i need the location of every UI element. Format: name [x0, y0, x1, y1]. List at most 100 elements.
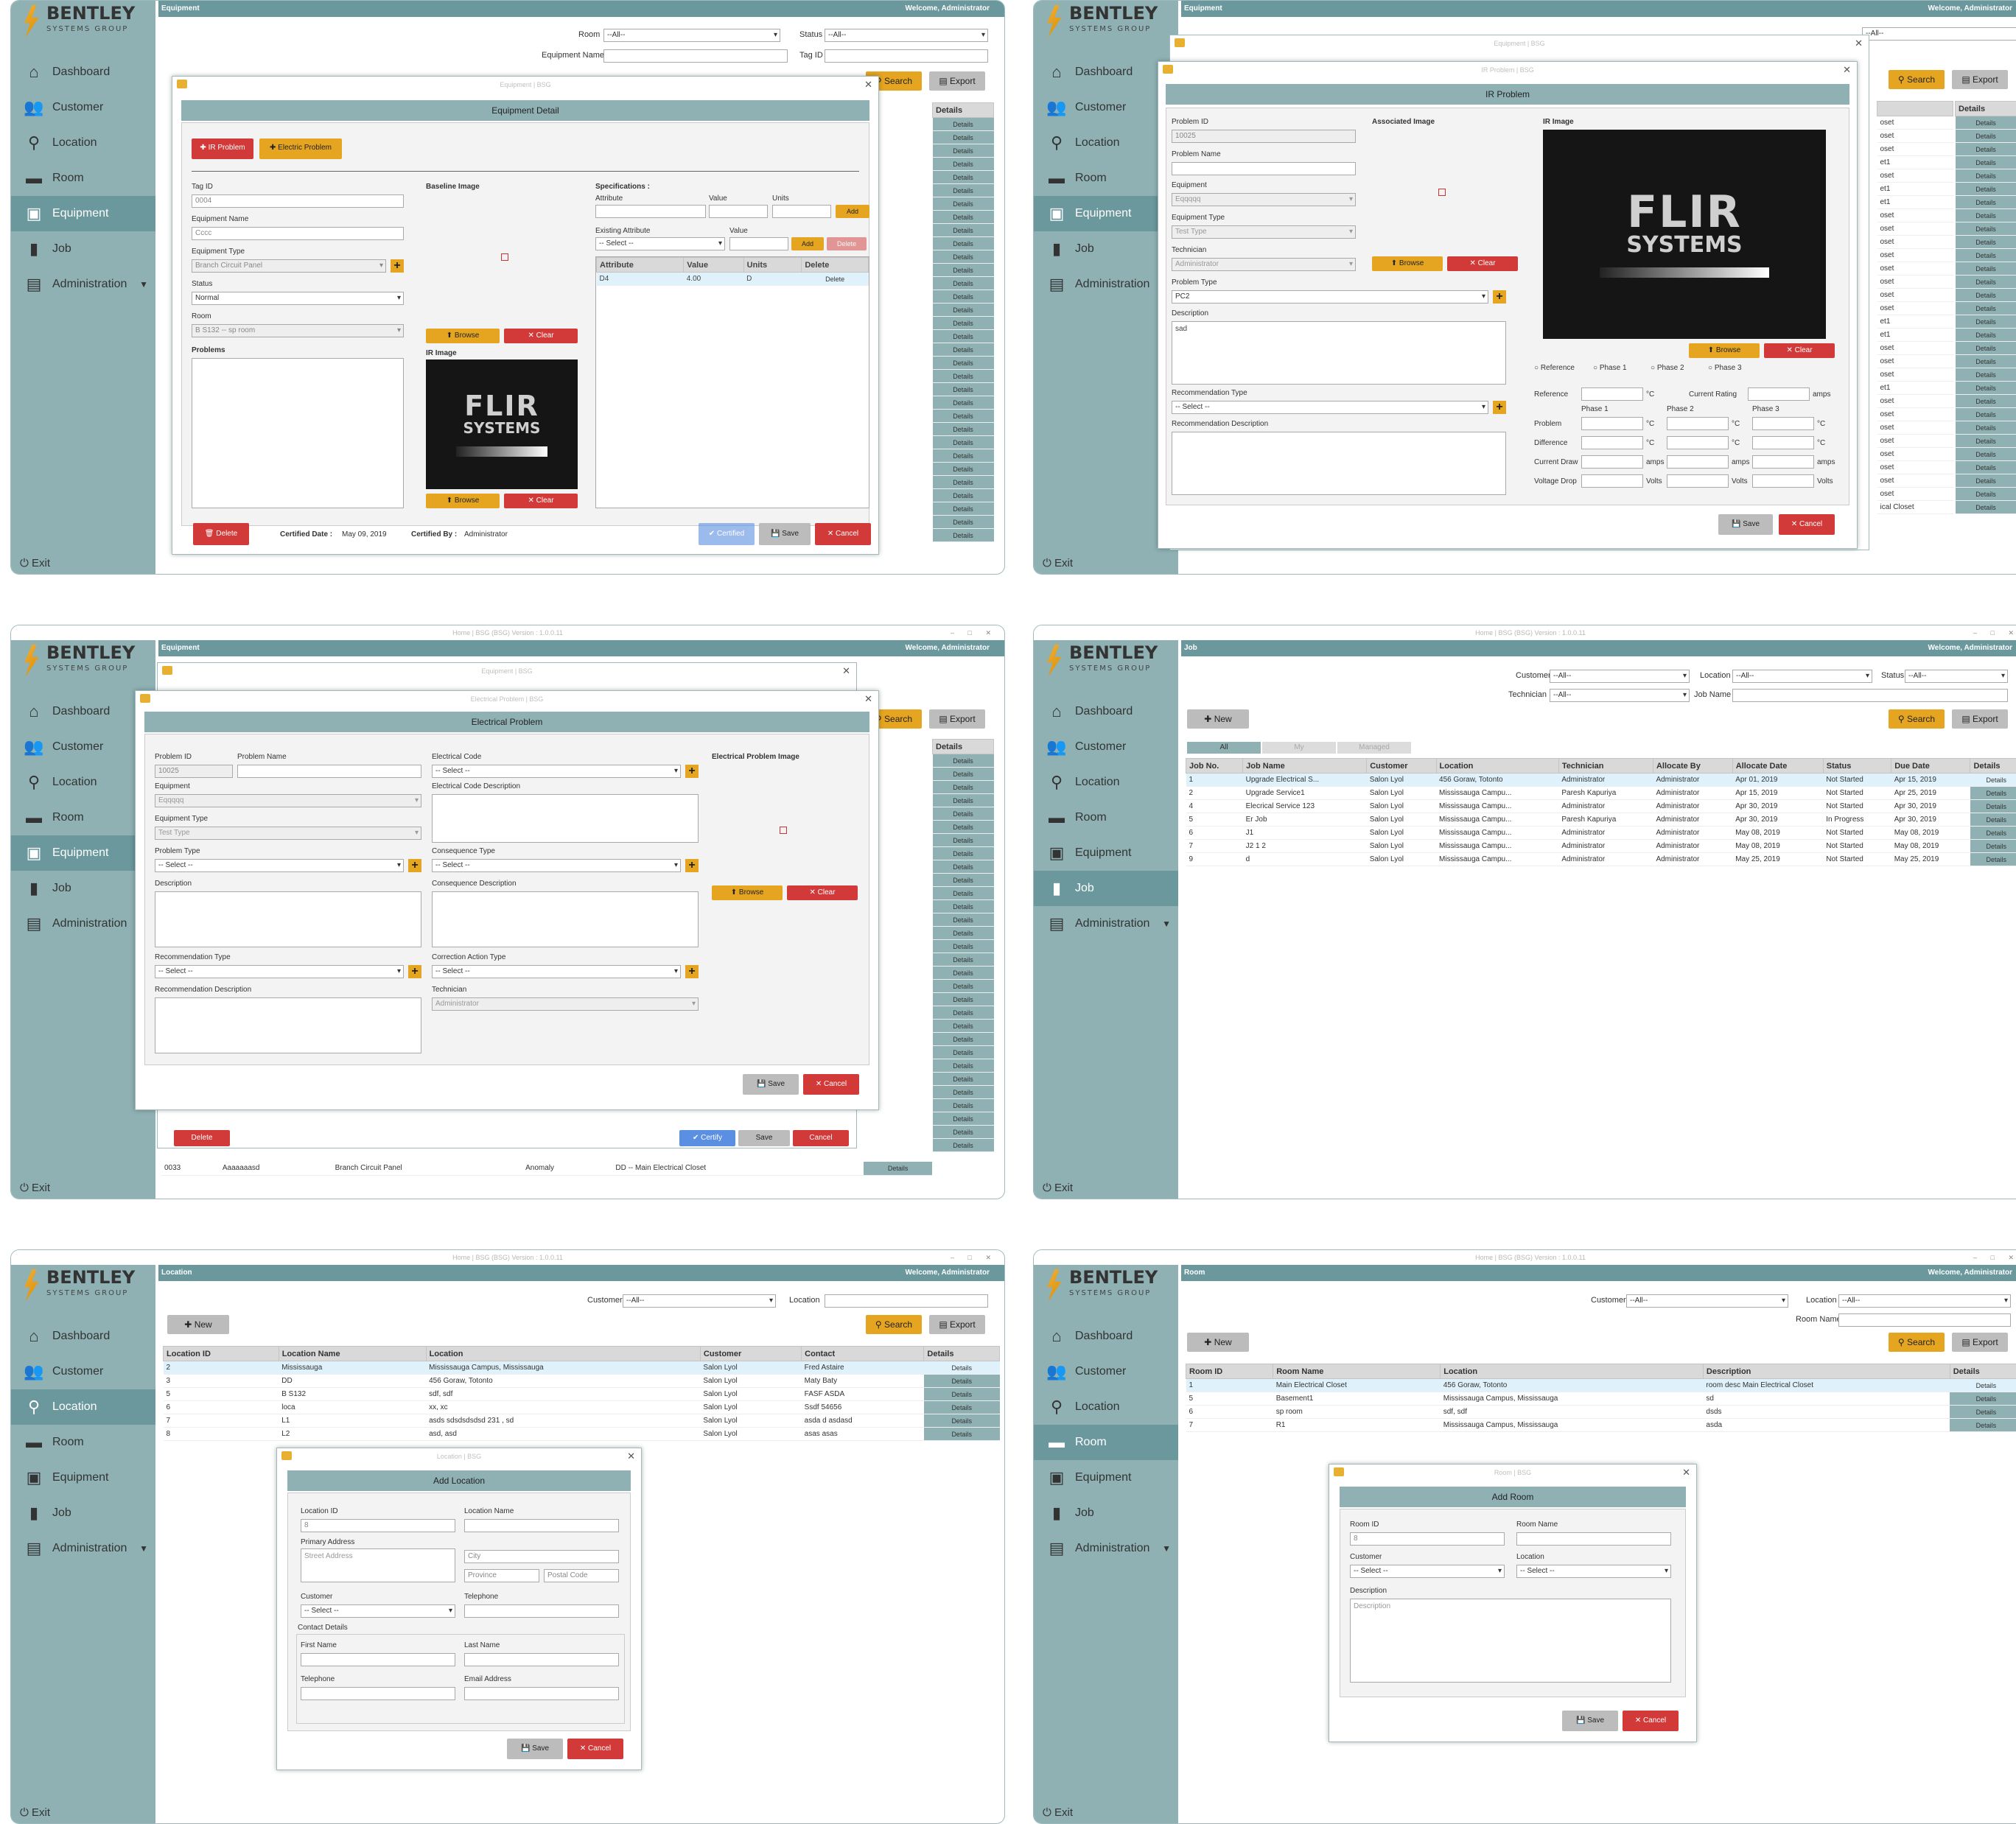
- phase-input[interactable]: [1581, 455, 1643, 469]
- attribute-input[interactable]: [595, 205, 706, 218]
- cancel-button[interactable]: ✕ Cancel: [1779, 514, 1835, 535]
- nav-location[interactable]: ⚲Location: [1034, 765, 1178, 800]
- close-icon[interactable]: ✕: [627, 1448, 635, 1465]
- nav-job[interactable]: ▮Job: [11, 871, 155, 906]
- table-row[interactable]: 6J1Salon LyolMississauga Campu...Adminis…: [1186, 827, 2016, 840]
- details-button[interactable]: Details: [933, 927, 994, 940]
- delete-button-behind[interactable]: Delete: [174, 1130, 230, 1146]
- details-button[interactable]: Details: [933, 436, 994, 449]
- details-button[interactable]: Details: [1956, 276, 2016, 289]
- table-row[interactable]: 1Upgrade Electrical S...Salon Lyol456 Go…: [1186, 774, 2016, 787]
- nav-room[interactable]: ▬Room: [1034, 800, 1178, 835]
- details-button[interactable]: Details: [933, 502, 994, 516]
- details-button[interactable]: Details: [933, 1033, 994, 1046]
- nav-equipment[interactable]: ▣Equipment: [1034, 835, 1178, 871]
- problem-id-field[interactable]: 10025: [155, 765, 233, 778]
- tag-id-filter-input[interactable]: [825, 49, 988, 63]
- search-button[interactable]: ⚲ Search: [1889, 1333, 1945, 1352]
- nav-administration[interactable]: ▤Administration: [11, 906, 155, 941]
- table-row[interactable]: 5Er JobSalon LyolMississauga Campu...Par…: [1186, 813, 2016, 827]
- ir-clear-button[interactable]: ✕ Clear: [504, 494, 578, 508]
- add-recommendation-type-button[interactable]: +: [408, 965, 421, 978]
- save-button[interactable]: 💾 Save: [1718, 514, 1773, 535]
- details-button[interactable]: Details: [933, 834, 994, 847]
- cancel-button-behind[interactable]: Cancel: [793, 1130, 849, 1146]
- ir-problem-button[interactable]: ✚ IR Problem: [192, 138, 253, 159]
- details-button[interactable]: Details: [933, 357, 994, 370]
- add-problem-type-button[interactable]: +: [408, 859, 421, 872]
- radio-phase3[interactable]: ○ Phase 3: [1708, 364, 1742, 372]
- table-row[interactable]: 7R1Mississauga Campus, MississaugaasdaDe…: [1186, 1419, 2016, 1432]
- phase-input[interactable]: [1752, 436, 1814, 449]
- details-button[interactable]: Details: [933, 794, 994, 807]
- details-button[interactable]: Details: [924, 1414, 1000, 1428]
- table-row[interactable]: 0033AaaaaaasdBranch Circuit PanelAnomaly…: [161, 1162, 932, 1175]
- nav-equipment[interactable]: ▣Equipment: [1034, 1460, 1178, 1495]
- telephone-field[interactable]: [464, 1604, 619, 1618]
- cancel-button[interactable]: ✕ Cancel: [815, 523, 871, 545]
- table-row[interactable]: 4Elecrical Service 123Salon LyolMississa…: [1186, 800, 2016, 813]
- technician-filter-select[interactable]: --All--: [1550, 689, 1690, 702]
- details-button[interactable]: Details: [1970, 774, 2016, 787]
- details-button[interactable]: Details: [933, 807, 994, 821]
- nav-job[interactable]: ▮Job: [11, 231, 155, 267]
- details-button[interactable]: Details: [933, 144, 994, 158]
- details-button[interactable]: Details: [933, 317, 994, 330]
- nav-equipment[interactable]: ▣Equipment: [1034, 196, 1178, 231]
- description-field[interactable]: Description: [1350, 1599, 1671, 1683]
- location-name-field[interactable]: [464, 1519, 619, 1532]
- export-button[interactable]: ▤ Export: [929, 709, 985, 729]
- status-select[interactable]: Normal: [192, 292, 404, 305]
- certified-button[interactable]: ✔ Certified: [699, 523, 755, 545]
- nav-equipment[interactable]: ▣Equipment: [11, 1460, 155, 1495]
- details-button[interactable]: Details: [933, 290, 994, 304]
- customer-select[interactable]: -- Select --: [1350, 1565, 1505, 1578]
- correction-action-select[interactable]: -- Select --: [432, 965, 681, 978]
- details-button[interactable]: Details: [933, 1112, 994, 1126]
- details-button[interactable]: Details: [1956, 236, 2016, 249]
- customer-select[interactable]: -- Select --: [301, 1604, 455, 1618]
- nav-customer[interactable]: 👥Customer: [1034, 729, 1178, 765]
- problem-type-select[interactable]: -- Select --: [155, 859, 404, 872]
- details-button[interactable]: Details: [1956, 395, 2016, 408]
- window-controls[interactable]: – □ ✕: [1973, 1250, 2016, 1265]
- details-button[interactable]: Details: [1950, 1379, 2016, 1392]
- location-id-field[interactable]: 8: [301, 1519, 455, 1532]
- contact-telephone-field[interactable]: [301, 1687, 455, 1700]
- current-rating-input[interactable]: [1748, 387, 1810, 401]
- tag-id-field[interactable]: 0004: [192, 194, 404, 208]
- nav-administration[interactable]: ▤Administration▼: [1034, 1531, 1178, 1566]
- certify-button[interactable]: ✔ Certify: [679, 1130, 735, 1146]
- details-button[interactable]: Details: [933, 1099, 994, 1112]
- consequence-type-select[interactable]: -- Select --: [432, 859, 681, 872]
- details-button[interactable]: Details: [1956, 169, 2016, 183]
- equipment-select[interactable]: Eqqqqq: [155, 794, 421, 807]
- nav-room[interactable]: ▬Room: [1034, 1425, 1178, 1460]
- details-button[interactable]: Details: [1970, 853, 2016, 866]
- details-button[interactable]: Details: [933, 463, 994, 476]
- nav-room[interactable]: ▬Room: [11, 1425, 155, 1460]
- reference-input[interactable]: [1581, 387, 1643, 401]
- delete-button[interactable]: 🗑 Delete: [193, 523, 249, 545]
- details-button[interactable]: Details: [1956, 249, 2016, 262]
- details-button[interactable]: Details: [933, 184, 994, 197]
- customer-filter-select[interactable]: --All--: [623, 1294, 776, 1308]
- details-button[interactable]: Details: [1956, 302, 2016, 315]
- room-name-filter-input[interactable]: [1838, 1313, 2011, 1327]
- nav-administration[interactable]: ▤Administration▼: [11, 267, 155, 302]
- units-input[interactable]: [772, 205, 831, 218]
- details-button[interactable]: Details: [933, 237, 994, 250]
- location-select[interactable]: -- Select --: [1516, 1565, 1671, 1578]
- details-button[interactable]: Details: [933, 754, 994, 768]
- phase-input[interactable]: [1667, 436, 1729, 449]
- details-button[interactable]: Details: [1956, 143, 2016, 156]
- nav-room[interactable]: ▬Room: [1034, 161, 1178, 196]
- details-button[interactable]: Details: [933, 781, 994, 794]
- details-button[interactable]: Details: [933, 940, 994, 953]
- nav-dashboard[interactable]: ⌂Dashboard: [11, 55, 155, 90]
- details-button[interactable]: Details: [933, 1046, 994, 1059]
- location-filter-select[interactable]: --All--: [1838, 1294, 2011, 1308]
- add-problem-type-button[interactable]: +: [1493, 290, 1506, 304]
- nav-job[interactable]: ▮Job: [1034, 231, 1178, 267]
- details-button[interactable]: Details: [933, 1006, 994, 1020]
